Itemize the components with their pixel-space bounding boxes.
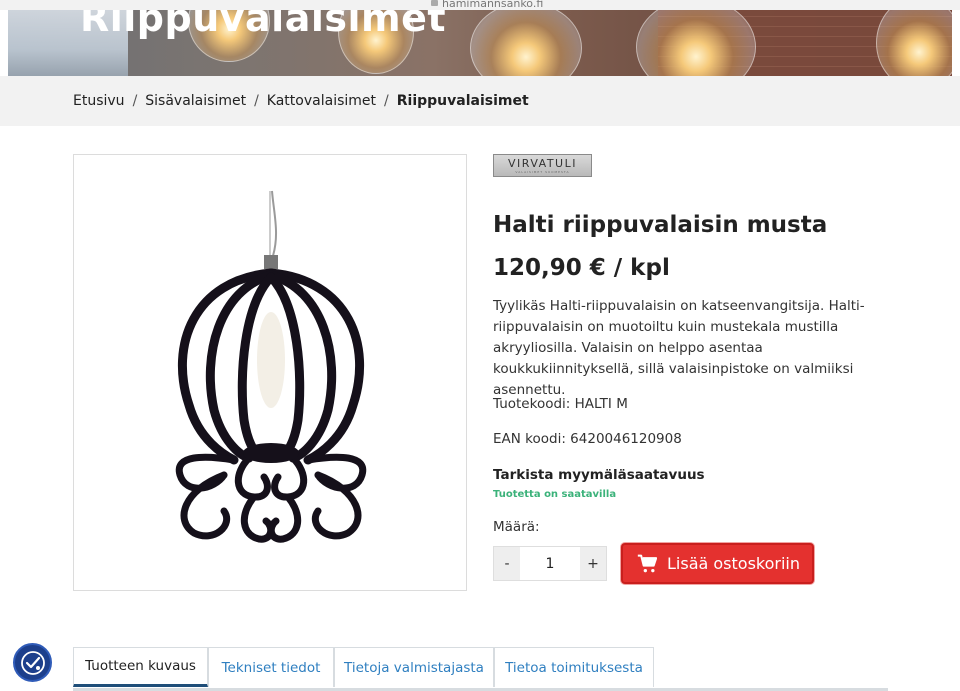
breadcrumb-separator: / (254, 93, 259, 109)
quantity-stepper: - + (493, 546, 607, 581)
brand-name: VIRVATULI (508, 157, 577, 170)
browser-url: hamimannsanko.fi (442, 0, 544, 10)
product-tabs: Tuotteen kuvaus Tekniset tiedot Tietoja … (73, 647, 888, 691)
lock-icon (431, 0, 438, 6)
breadcrumb-separator: / (132, 93, 138, 109)
product-code: Tuotekoodi: HALTI M (493, 396, 628, 412)
tab-technical-details[interactable]: Tekniset tiedot (208, 647, 334, 687)
accessibility-icon (20, 650, 45, 675)
quantity-increment-button[interactable]: + (580, 547, 606, 580)
availability-status: Tuotetta on saatavilla (493, 489, 617, 500)
tab-delivery-info[interactable]: Tietoa toimituksesta (494, 647, 654, 687)
bulb-image (470, 10, 582, 76)
breadcrumb: Etusivu / Sisävalaisimet / Kattovalaisimet / R… (73, 93, 529, 109)
add-to-cart-button[interactable]: Lisää ostoskoriin (621, 543, 814, 584)
bulb-image (636, 10, 756, 76)
brand-logo[interactable]: VIRVATULI VALAISIMET SUOMESTA (493, 154, 592, 177)
quantity-decrement-button[interactable]: - (494, 547, 520, 580)
breadcrumb-separator: / (384, 93, 389, 109)
product-title: Halti riippuvalaisin musta (493, 212, 828, 238)
hero-banner: Riippuvalaisimet (8, 10, 952, 76)
breadcrumb-indoor-lights[interactable]: Sisävalaisimet (145, 93, 246, 109)
add-to-cart-label: Lisää ostoskoriin (667, 554, 801, 573)
brand-tagline: VALAISIMET SUOMESTA (515, 170, 570, 174)
product-ean: EAN koodi: 6420046120908 (493, 431, 682, 447)
shopping-cart-icon (637, 554, 657, 572)
product-image[interactable] (73, 154, 467, 591)
hero-title: Riippuvalaisimet (80, 10, 447, 40)
quantity-input[interactable] (520, 547, 580, 580)
bulb-image (876, 10, 952, 76)
quantity-label: Määrä: (493, 519, 540, 535)
tab-product-description[interactable]: Tuotteen kuvaus (73, 647, 208, 687)
breadcrumb-home[interactable]: Etusivu (73, 93, 125, 109)
check-store-availability-link[interactable]: Tarkista myymäläsaatavuus (493, 467, 705, 483)
browser-url-bar: hamimannsanko.fi (0, 0, 960, 10)
breadcrumb-ceiling-lights[interactable]: Kattovalaisimet (267, 93, 376, 109)
pendant-lamp-illustration (175, 190, 367, 543)
breadcrumb-current: Riippuvalaisimet (396, 93, 529, 109)
tab-manufacturer-info[interactable]: Tietoja valmistajasta (334, 647, 494, 687)
accessibility-button[interactable] (13, 643, 52, 682)
breadcrumb-bar: Etusivu / Sisävalaisimet / Kattovalaisimet / R… (0, 76, 960, 126)
product-description: Tyylikäs Halti-riippuvalaisin on katseen… (493, 298, 865, 398)
product-price: 120,90 € / kpl (493, 255, 670, 281)
